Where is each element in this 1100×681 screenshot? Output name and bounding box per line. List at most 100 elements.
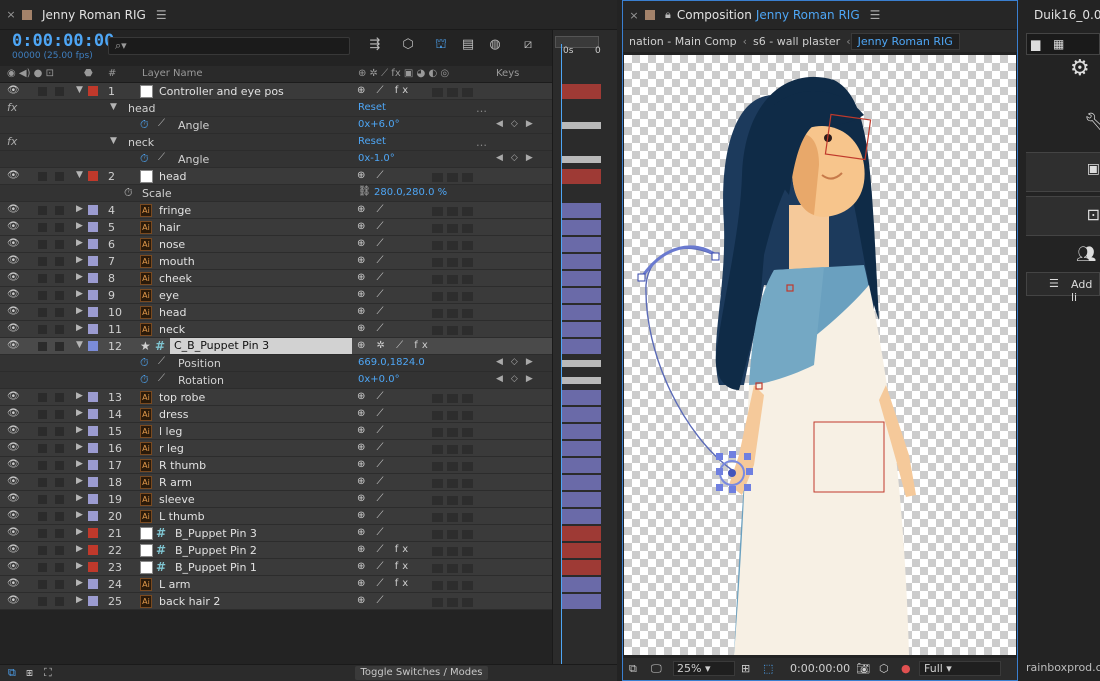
lock-switch[interactable] [55, 563, 64, 572]
layer-switches[interactable]: ⊕ ⟋ [357, 408, 388, 419]
visibility-eye-icon[interactable]: 👁︎ [7, 170, 20, 181]
layer-switches[interactable]: ⊕ ⟋ [357, 493, 388, 504]
solo-switch[interactable] [38, 580, 47, 589]
label-color-swatch[interactable] [88, 290, 98, 300]
timeline-tab[interactable]: × Jenny Roman RIG ☰ [0, 0, 617, 30]
label-color-swatch[interactable] [88, 205, 98, 215]
layer-row[interactable]: 👁︎ ▶ 23 # B_Puppet Pin 1 ⊕ ⟋ fx [0, 559, 552, 576]
path-handle-start[interactable] [637, 273, 646, 282]
layer-row[interactable]: 👁︎ ▶ 4 Ai fringe ⊕ ⟋ [0, 202, 552, 219]
twirl-arrow-icon[interactable]: ▼ [110, 136, 117, 146]
solo-switch[interactable] [38, 546, 47, 555]
twirl-arrow-icon[interactable]: ▼ [110, 102, 117, 112]
toggle-mask-icon[interactable]: ⬚ [763, 662, 773, 675]
choose-grid-icon[interactable]: ⊞ [741, 662, 750, 675]
layer-name[interactable]: head [159, 170, 186, 183]
label-color-swatch[interactable] [88, 392, 98, 402]
transfer-controls-icon[interactable]: ⧆ [26, 666, 33, 680]
label-color-swatch[interactable] [88, 171, 98, 181]
visibility-eye-icon[interactable]: 👁︎ [7, 204, 20, 215]
twirl-arrow-icon[interactable]: ▶ [76, 527, 83, 537]
layer-duration-bar[interactable] [561, 543, 601, 558]
label-color-swatch[interactable] [88, 239, 98, 249]
layer-name[interactable]: r leg [159, 442, 184, 455]
layer-name[interactable]: mouth [159, 255, 195, 268]
label-color-swatch[interactable] [88, 273, 98, 283]
layer-switch-boxes[interactable] [432, 274, 477, 287]
lock-switch[interactable] [55, 546, 64, 555]
layer-switches[interactable]: ⊕ ⟋ [357, 289, 388, 300]
duik-tab-title[interactable]: Duik16_0.0-Al [1034, 8, 1100, 22]
label-color-swatch[interactable] [88, 477, 98, 487]
twirl-arrow-icon[interactable]: ▶ [76, 238, 83, 248]
current-time-display[interactable]: 0:00:00:00 [12, 31, 114, 51]
twirl-arrow-icon[interactable]: ▼ [76, 340, 83, 350]
label-color-swatch[interactable] [88, 443, 98, 453]
keyframe-navigator[interactable]: ◀◇▶ [496, 357, 541, 367]
layer-name[interactable]: B_Puppet Pin 2 [175, 544, 257, 557]
label-color-swatch[interactable] [88, 528, 98, 538]
twirl-arrow-icon[interactable]: ▶ [76, 578, 83, 588]
layer-duration-bar[interactable] [561, 594, 601, 609]
draft-3d-icon[interactable]: ⬡ [399, 36, 417, 54]
graph-icon[interactable]: ⟋ [158, 152, 165, 163]
layer-search-input[interactable]: ⌕▾ [108, 37, 350, 55]
label-color-swatch[interactable] [88, 545, 98, 555]
layer-row[interactable]: 👁︎ ▶ 17 Ai R thumb ⊕ ⟋ [0, 457, 552, 474]
layer-row[interactable]: 👁︎ ▶ 15 Ai l leg ⊕ ⟋ [0, 423, 552, 440]
layer-row[interactable]: 👁︎ ▶ 24 Ai L arm ⊕ ⟋ fx [0, 576, 552, 593]
label-color-swatch[interactable] [88, 222, 98, 232]
layer-row[interactable]: 👁︎ ▶ 13 Ai top robe ⊕ ⟋ [0, 389, 552, 406]
twirl-arrow-icon[interactable]: ▶ [76, 391, 83, 401]
layer-switches[interactable]: ⊕ ⟋ [357, 255, 388, 266]
layer-row[interactable]: 👁︎ ▶ 20 Ai L thumb ⊕ ⟋ [0, 508, 552, 525]
lock-switch[interactable] [55, 206, 64, 215]
layer-name-column-header[interactable]: Layer Name [142, 68, 203, 79]
current-time-indicator[interactable] [561, 44, 562, 664]
layer-switches[interactable]: ⊕ ✲ ⟋ fx [357, 340, 432, 351]
layer-switches[interactable]: ⊕ ⟋ [357, 238, 388, 249]
fx-icon[interactable]: fx [7, 135, 17, 148]
comp-timecode[interactable]: 0:00:00:00 [790, 662, 850, 675]
layer-row[interactable]: 👁︎ ▶ 14 Ai dress ⊕ ⟋ [0, 406, 552, 423]
lock-switch[interactable] [55, 257, 64, 266]
solo-switch[interactable] [38, 274, 47, 283]
lock-switch[interactable] [55, 87, 64, 96]
layer-duration-bar[interactable] [561, 169, 601, 184]
layer-switch-boxes[interactable] [432, 325, 477, 338]
layer-name[interactable]: hair [159, 221, 180, 234]
twirl-arrow-icon[interactable]: ▶ [76, 425, 83, 435]
stopwatch-icon[interactable]: ⏱︎ [140, 373, 149, 387]
duik-footer-link[interactable]: rainboxprod.co [1026, 661, 1100, 674]
visibility-eye-icon[interactable]: 👁︎ [7, 595, 20, 606]
layer-switches[interactable]: ⊕ ⟋ fx [357, 578, 412, 589]
lock-switch[interactable] [55, 597, 64, 606]
visibility-eye-icon[interactable]: 👁︎ [7, 272, 20, 283]
stopwatch-icon[interactable]: ⏱︎ [140, 152, 149, 166]
layer-switch-boxes[interactable] [432, 206, 477, 219]
layer-name[interactable]: fringe [159, 204, 191, 217]
panel-menu-icon[interactable]: ☰ [870, 8, 881, 22]
panel-menu-icon[interactable]: ☰ [156, 8, 167, 22]
label-color-swatch[interactable] [88, 596, 98, 606]
stopwatch-icon[interactable]: ⏱︎ [140, 118, 149, 132]
lock-switch[interactable] [55, 461, 64, 470]
twirl-arrow-icon[interactable]: ▼ [76, 85, 83, 95]
layer-duration-bar[interactable] [561, 390, 601, 405]
label-color-swatch[interactable] [88, 494, 98, 504]
twirl-arrow-icon[interactable]: ▶ [76, 289, 83, 299]
lock-switch[interactable] [55, 495, 64, 504]
lock-switch[interactable] [55, 325, 64, 334]
graph-icon[interactable]: ⟋ [158, 356, 165, 367]
layer-switch-boxes[interactable] [432, 223, 477, 236]
layer-name[interactable]: nose [159, 238, 185, 251]
property-row[interactable]: ⏱︎ ⟋ Rotation 0x+0.0° ◀◇▶ [0, 372, 552, 389]
label-color-swatch[interactable] [88, 324, 98, 334]
visibility-eye-icon[interactable]: 👁︎ [7, 493, 20, 504]
path-handle-end[interactable] [711, 252, 720, 261]
lock-icon[interactable]: 🔒︎ [665, 8, 671, 22]
solo-switch[interactable] [38, 444, 47, 453]
solo-switch[interactable] [38, 512, 47, 521]
puppet-pin-center[interactable] [728, 469, 736, 477]
layer-name[interactable]: top robe [159, 391, 205, 404]
